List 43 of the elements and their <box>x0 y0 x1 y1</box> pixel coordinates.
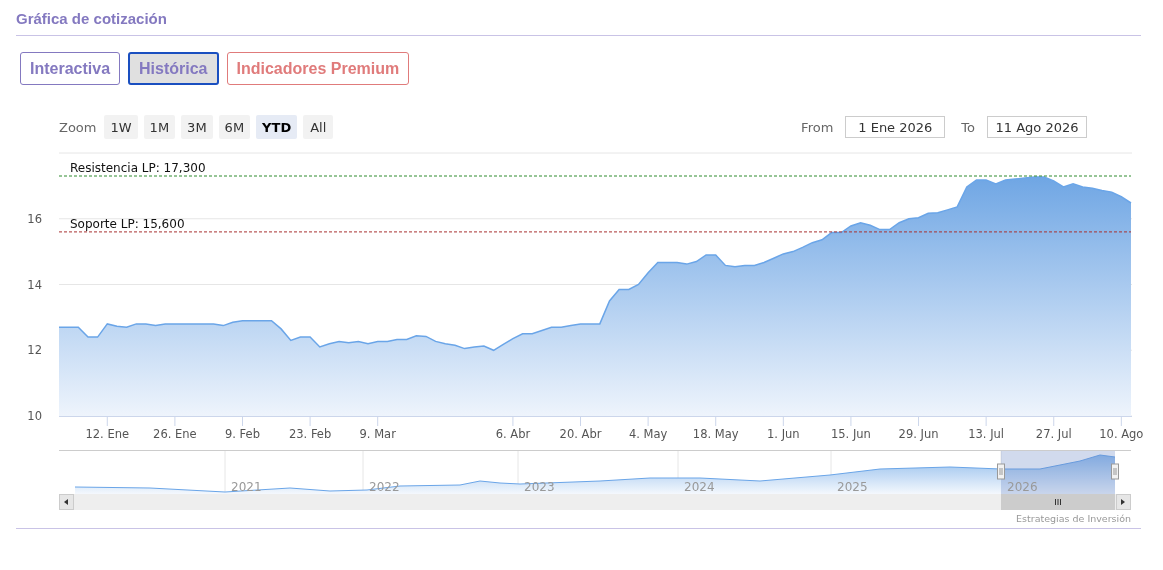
year-label: 2025 <box>837 480 868 494</box>
axis-label: 20. Abr <box>559 427 602 441</box>
range-button[interactable]: All <box>303 115 334 139</box>
range-button[interactable]: 1M <box>143 115 176 139</box>
axis-label: 9. Feb <box>225 427 260 441</box>
axis-label: 9. Mar <box>359 427 396 441</box>
axis-label: 10 <box>27 409 42 423</box>
axis-label: 12 <box>27 343 42 358</box>
axis-label: 26. Ene <box>153 427 197 441</box>
axis-label: 13. Jul <box>968 427 1005 441</box>
year-label: 2024 <box>684 480 715 494</box>
range-button[interactable]: 6M <box>218 115 251 139</box>
section-title: Gráfica de cotización <box>16 10 167 27</box>
range-handle[interactable] <box>997 463 1005 480</box>
axis-label: 15. Jun <box>830 427 871 441</box>
axis-label: 6. Abr <box>495 427 531 441</box>
tab[interactable]: Interactiva <box>20 52 121 85</box>
axis-label: 4. May <box>628 427 668 441</box>
zoom-label: Zoom <box>59 119 97 135</box>
axis-label: 10. Ago <box>1099 427 1144 441</box>
to-label: To <box>961 119 975 135</box>
axis-label: 14 <box>27 277 42 292</box>
range-selection[interactable] <box>1001 451 1115 494</box>
axis-label: 18. May <box>692 427 739 441</box>
range-button[interactable]: YTD <box>256 115 298 139</box>
year-label: 2023 <box>524 480 555 494</box>
to-date-field[interactable]: 11 Ago 2026 <box>987 116 1087 138</box>
axis-label: 29. Jun <box>898 427 939 441</box>
from-date-field[interactable]: 1 Ene 2026 <box>845 116 946 138</box>
range-button[interactable]: 1W <box>104 115 138 139</box>
axis-label: 23. Feb <box>288 427 332 441</box>
axis-label: 12. Ene <box>85 427 130 441</box>
level-label: Soporte LP: 15,600 <box>70 216 185 231</box>
credits-text: Estrategias de Inversión <box>1016 513 1131 524</box>
level-label: Resistencia LP: 17,300 <box>70 161 206 175</box>
axis-label: 16 <box>27 211 42 226</box>
range-button[interactable]: 3M <box>181 115 213 139</box>
scrollbar[interactable] <box>59 494 1131 510</box>
from-label: From <box>801 119 834 135</box>
axis-label: 27. Jul <box>1035 427 1072 441</box>
axis-label: 1. Jun <box>767 427 800 441</box>
year-label: 2026 <box>1007 480 1038 494</box>
range-handle[interactable] <box>1111 463 1119 480</box>
